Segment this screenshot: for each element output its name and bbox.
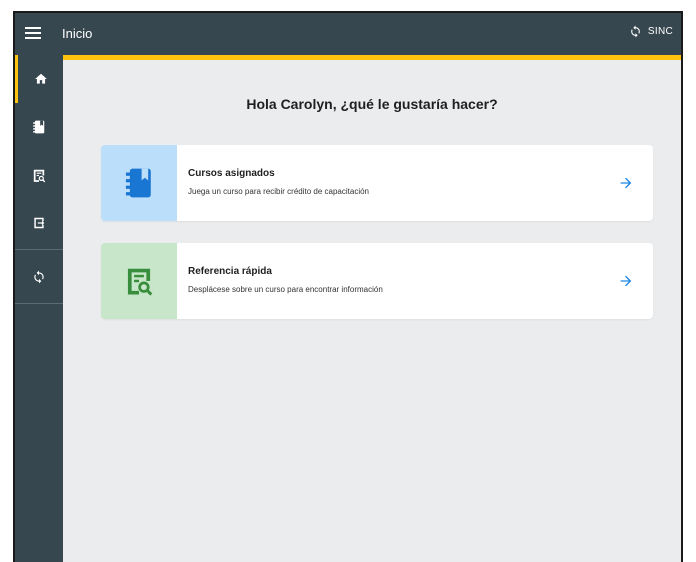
top-bar: Inicio SINC	[15, 13, 681, 55]
exit-icon	[34, 217, 45, 229]
sync-icon	[34, 270, 44, 284]
card-icon-container	[101, 145, 177, 221]
card-title: Cursos asignados	[188, 168, 275, 179]
menu-button[interactable]	[25, 27, 41, 41]
sidebar-divider	[15, 303, 63, 304]
greeting-heading: Hola Carolyn, ¿qué le gustaría hacer?	[246, 96, 498, 112]
reference-search-icon	[33, 169, 46, 182]
card-assigned-courses[interactable]: Cursos asignados Juega un curso para rec…	[101, 145, 653, 221]
card-icon-container	[101, 243, 177, 319]
notebook-icon	[33, 120, 45, 134]
card-arrow[interactable]	[599, 145, 653, 221]
page-title: Inicio	[62, 26, 93, 41]
card-text: Referencia rápida Desplácese sobre un cu…	[177, 243, 599, 319]
sidebar-item-exit[interactable]	[15, 199, 63, 247]
hamburger-icon	[25, 27, 41, 29]
card-description: Desplácese sobre un curso para encontrar…	[188, 285, 383, 294]
sidebar	[15, 55, 63, 562]
sidebar-item-courses[interactable]	[15, 103, 63, 151]
card-title: Referencia rápida	[188, 266, 272, 277]
arrow-right-icon	[620, 177, 632, 189]
reference-search-icon	[127, 268, 153, 296]
home-icon	[34, 73, 47, 84]
app-window: Inicio SINC Hola Carolyn, ¿qué le gustar…	[13, 11, 683, 562]
notebook-icon	[125, 168, 151, 198]
sync-label: SINC	[647, 26, 673, 37]
sync-icon	[631, 25, 640, 38]
sync-button[interactable]: SINC	[629, 25, 673, 38]
sidebar-item-reference[interactable]	[15, 151, 63, 199]
card-description: Juega un curso para recibir crédito de c…	[188, 187, 369, 196]
arrow-right-icon	[620, 275, 632, 287]
card-quick-reference[interactable]: Referencia rápida Desplácese sobre un cu…	[101, 243, 653, 319]
sidebar-divider	[15, 249, 63, 250]
main-content: Hola Carolyn, ¿qué le gustaría hacer? Cu…	[63, 60, 681, 562]
card-text: Cursos asignados Juega un curso para rec…	[177, 145, 599, 221]
sidebar-item-sync[interactable]	[15, 253, 63, 301]
sidebar-item-home[interactable]	[15, 55, 63, 103]
card-arrow[interactable]	[599, 243, 653, 319]
